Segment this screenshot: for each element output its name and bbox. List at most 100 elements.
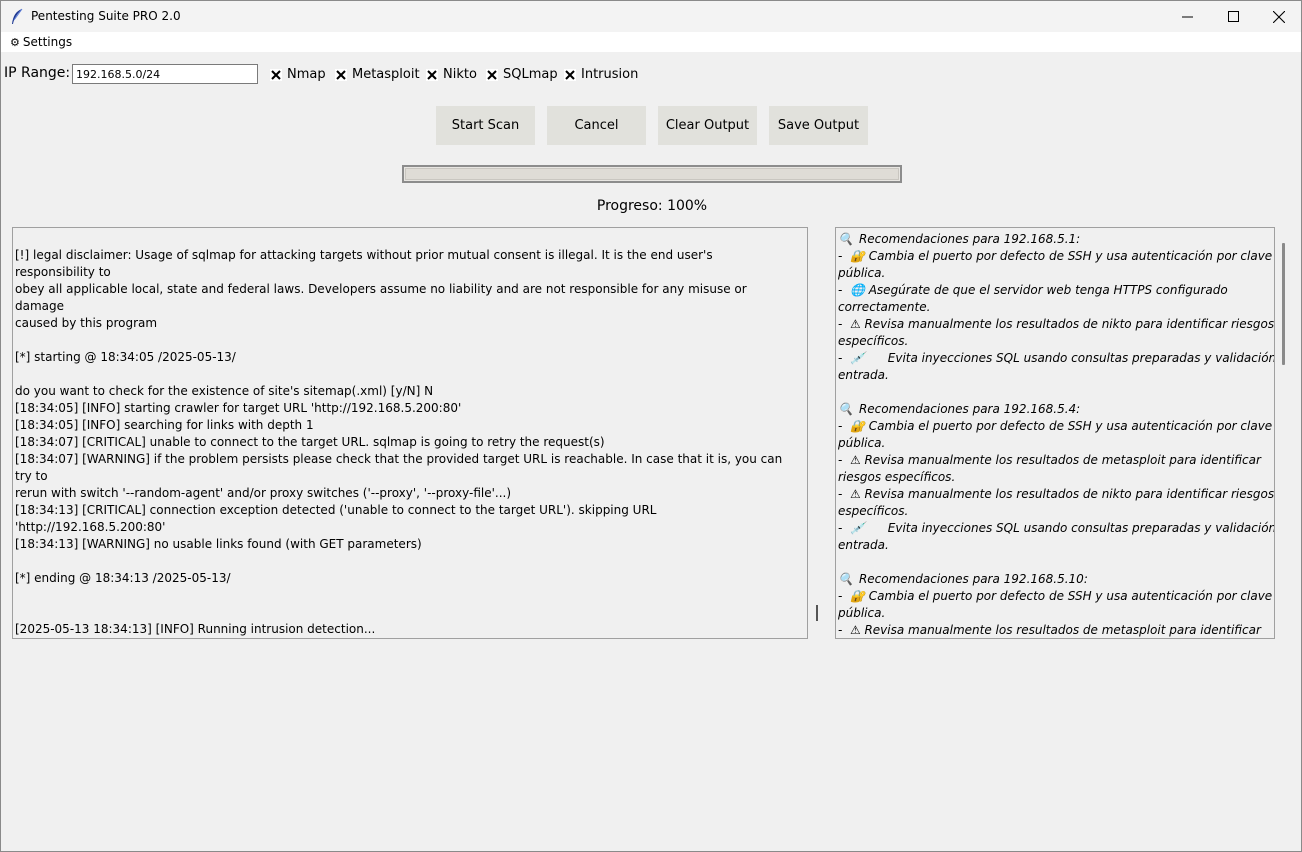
output-scroll-indicator[interactable] — [816, 605, 818, 621]
output-line: caused by this program — [15, 316, 158, 330]
recommendation-text: correctamente. — [838, 300, 931, 314]
recommendation-bullet: - ⚠ — [838, 487, 865, 501]
output-text-area[interactable]: [!] legal disclaimer: Usage of sqlmap fo… — [12, 227, 808, 639]
recommendation-text: pública. — [838, 436, 886, 450]
recommendation-heading: 🔍 Recomendaciones para 192.168.5.1: — [838, 231, 1270, 248]
maximize-icon — [1227, 11, 1239, 22]
recommendation-text: Evita inyecciones SQL usando consultas p… — [868, 521, 1275, 535]
recommendation-bullet: - ⚠ — [838, 317, 865, 331]
close-button[interactable] — [1256, 1, 1302, 32]
output-line: do you want to check for the existence o… — [15, 384, 434, 398]
recommendations-lines: 🔍 Recomendaciones para 192.168.5.1: - 🔐 Ca… — [838, 231, 1274, 638]
app-window: Pentesting Suite PRO 2.0 ⚙ Settings IP R… — [0, 0, 1302, 852]
recommendation-text: riesgos específicos. — [838, 470, 956, 484]
recommendation-text: Revisa manualmente los resultados de met… — [864, 623, 1261, 637]
checkbox-checked-icon — [335, 68, 347, 81]
menu-bar: ⚙ Settings — [1, 32, 1301, 52]
recommendations-scrollbar[interactable] — [1275, 227, 1292, 639]
output-line: [*] ending @ 18:34:13 /2025-05-13/ — [15, 571, 231, 585]
recommendation-text: específicos. — [838, 334, 909, 348]
checkbox-label: Nikto — [443, 67, 477, 82]
close-icon — [1273, 10, 1285, 23]
progress-label: Progreso: 100% — [596, 198, 708, 214]
minimize-button[interactable] — [1164, 1, 1210, 32]
output-lines: [!] legal disclaimer: Usage of sqlmap fo… — [15, 247, 795, 638]
recommendation-text: Cambia el puerto por defecto de SSH y us… — [868, 249, 1273, 263]
magnifier-icon: 🔍 — [838, 232, 853, 246]
checkbox-label: Metasploit — [352, 67, 420, 82]
recommendation-text: pública. — [838, 606, 886, 620]
recommendation-line: - ⚠ Revisa manualmente los resultados de… — [838, 486, 1274, 503]
output-line: [18:34:05] [INFO] starting crawler for t… — [15, 401, 462, 415]
save-output-button[interactable]: Save Output — [769, 106, 868, 145]
recommendation-line: - 🌐 Asegúrate de que el servidor web ten… — [838, 282, 1270, 299]
recommendation-bullet: - ⚠ — [838, 453, 865, 467]
checkbox-checked-icon — [486, 68, 498, 81]
checkbox-intrusion[interactable]: Intrusion — [564, 67, 638, 82]
recommendation-line: - 🔐 Cambia el puerto por defecto de SSH … — [838, 418, 1272, 435]
cancel-button[interactable]: Cancel — [547, 106, 646, 145]
recommendation-bullet: - 🔐 — [838, 249, 869, 263]
recommendation-line: pública. — [838, 605, 1270, 622]
recommendation-line: - 💉 Evita inyecciones SQL usando consult… — [838, 520, 1274, 537]
checkbox-metasploit[interactable]: Metasploit — [335, 67, 420, 82]
recommendation-line: - ⚠ Revisa manualmente los resultados de… — [838, 622, 1270, 638]
recommendation-line — [838, 554, 1270, 571]
clear-output-button[interactable]: Clear Output — [658, 106, 757, 145]
window-title: Pentesting Suite PRO 2.0 — [31, 9, 181, 23]
recommendation-text: Revisa manualmente los resultados de met… — [864, 453, 1261, 467]
checkbox-nikto[interactable]: Nikto — [426, 67, 477, 82]
ip-range-label: IP Range: — [4, 65, 71, 81]
checkbox-sqlmap[interactable]: SQLmap — [486, 67, 558, 82]
recommendation-text: Asegúrate de que el servidor web tenga H… — [868, 283, 1228, 297]
recommendation-text: Recomendaciones para 192.168.5.1: — [858, 232, 1081, 246]
recommendation-line: entrada. — [838, 367, 1270, 384]
maximize-button[interactable] — [1210, 1, 1256, 32]
output-line: [*] starting @ 18:34:05 /2025-05-13/ — [15, 350, 236, 364]
output-line: obey all applicable local, state and fed… — [15, 282, 751, 313]
recommendation-line: específicos. — [838, 503, 1270, 520]
menu-settings-label: Settings — [22, 35, 73, 49]
recommendation-text: Recomendaciones para 192.168.5.10: — [858, 572, 1088, 586]
recommendation-text: Revisa manualmente los resultados de nik… — [864, 317, 1275, 331]
checkbox-label: Nmap — [287, 67, 326, 82]
scrollbar-thumb[interactable] — [1282, 243, 1285, 365]
output-line: [18:34:05] [INFO] searching for links wi… — [15, 418, 314, 432]
checkbox-checked-icon — [426, 68, 438, 81]
title-bar: Pentesting Suite PRO 2.0 — [1, 1, 1301, 32]
gear-icon: ⚙ — [10, 35, 20, 49]
feather-icon — [10, 8, 24, 25]
output-line: [2025-05-13 18:34:13] [INFO] Running int… — [15, 622, 376, 636]
checkbox-checked-icon — [564, 68, 576, 81]
recommendation-text: Cambia el puerto por defecto de SSH y us… — [868, 589, 1273, 603]
checkbox-nmap[interactable]: Nmap — [270, 67, 326, 82]
recommendation-text: pública. — [838, 266, 886, 280]
menu-settings[interactable]: ⚙ Settings — [10, 35, 72, 49]
recommendation-bullet: - 🔐 — [838, 589, 869, 603]
recommendation-line: - ⚠ Revisa manualmente los resultados de… — [838, 452, 1270, 469]
progress-bar — [402, 165, 902, 183]
output-line: [18:34:07] [CRITICAL] unable to connect … — [15, 435, 605, 449]
recommendation-line: - 💉 Evita inyecciones SQL usando consult… — [838, 350, 1274, 367]
checkbox-label: SQLmap — [503, 67, 558, 82]
recommendation-line: específicos. — [838, 333, 1270, 350]
start-scan-button[interactable]: Start Scan — [436, 106, 535, 145]
magnifier-icon: 🔍 — [838, 572, 853, 586]
recommendation-text: específicos. — [838, 504, 909, 518]
recommendation-text: Recomendaciones para 192.168.5.4: — [858, 402, 1081, 416]
recommendation-line — [838, 384, 1270, 401]
output-line: [18:34:13] [WARNING] no usable links fou… — [15, 537, 422, 551]
recommendations-text-area[interactable]: 🔍 Recomendaciones para 192.168.5.1: - 🔐 Ca… — [835, 227, 1275, 639]
recommendation-heading: 🔍 Recomendaciones para 192.168.5.4: — [838, 401, 1270, 418]
ip-range-input[interactable] — [72, 64, 258, 84]
recommendation-line: - ⚠ Revisa manualmente los resultados de… — [838, 316, 1274, 333]
magnifier-icon: 🔍 — [838, 402, 853, 416]
recommendation-bullet: - 💉 — [838, 521, 869, 535]
recommendation-line: - 🔐 Cambia el puerto por defecto de SSH … — [838, 588, 1273, 605]
recommendation-bullet: - ⚠ — [838, 623, 865, 637]
recommendation-line: - 🔐 Cambia el puerto por defecto de SSH … — [838, 248, 1273, 265]
